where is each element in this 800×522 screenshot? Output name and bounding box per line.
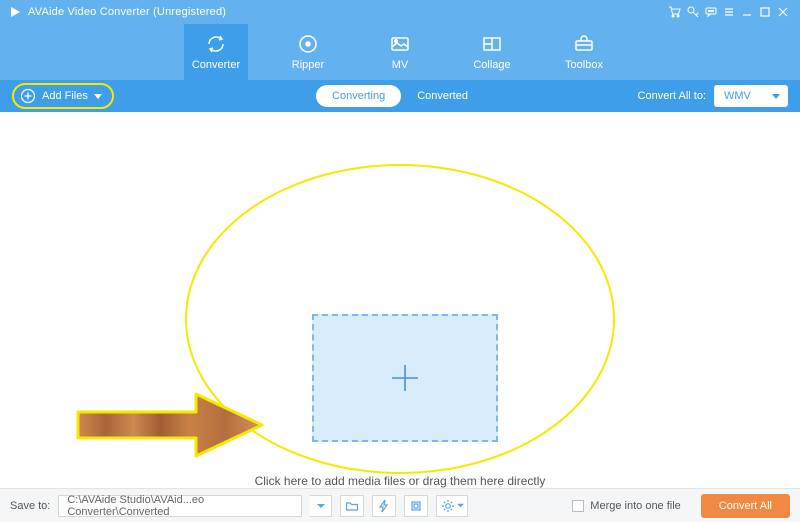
tab-ripper[interactable]: Ripper xyxy=(276,24,340,80)
subbar: Add Files Converting Converted Convert A… xyxy=(0,80,800,112)
dropzone[interactable] xyxy=(312,314,498,442)
tab-label: Converter xyxy=(192,59,240,71)
bottombar: Save to: C:\AVAide Studio\AVAid...eo Con… xyxy=(0,488,800,522)
cart-icon[interactable] xyxy=(666,5,684,19)
chevron-down-icon xyxy=(317,502,325,510)
converter-icon xyxy=(205,33,227,55)
app-title: AVAide Video Converter (Unregistered) xyxy=(28,6,226,18)
checkbox-icon xyxy=(572,500,584,512)
tab-collage[interactable]: Collage xyxy=(460,24,524,80)
main-area: Click here to add media files or drag th… xyxy=(0,112,800,488)
settings-button[interactable] xyxy=(436,495,468,517)
maximize-icon[interactable] xyxy=(756,5,774,19)
chip-icon xyxy=(409,499,423,513)
key-icon[interactable] xyxy=(684,5,702,19)
tab-label: Toolbox xyxy=(565,59,603,71)
open-folder-button[interactable] xyxy=(340,495,364,517)
merge-checkbox[interactable]: Merge into one file xyxy=(572,500,681,512)
add-files-button[interactable]: Add Files xyxy=(12,83,114,109)
chevron-down-icon xyxy=(457,502,464,509)
convert-all-to-label: Convert All to: xyxy=(638,90,706,102)
tab-converter[interactable]: Converter xyxy=(184,24,248,80)
app-logo xyxy=(8,5,22,19)
tab-mv[interactable]: MV xyxy=(368,24,432,80)
collage-icon xyxy=(481,33,503,55)
ripper-icon xyxy=(297,33,319,55)
mv-icon xyxy=(389,33,411,55)
tab-converting[interactable]: Converting xyxy=(316,85,401,107)
tab-label: MV xyxy=(392,59,409,71)
folder-icon xyxy=(345,499,359,513)
plus-circle-icon xyxy=(20,88,36,104)
gear-icon xyxy=(441,499,455,513)
toolbox-icon xyxy=(573,33,595,55)
dropzone-hint: Click here to add media files or drag th… xyxy=(0,474,800,488)
high-speed-toggle[interactable] xyxy=(372,495,396,517)
main-tabs: Converter Ripper MV Collage Toolbox xyxy=(0,24,800,80)
output-format-select[interactable]: WMV xyxy=(714,85,788,107)
convert-all-button[interactable]: Convert All xyxy=(701,494,790,518)
menu-icon[interactable] xyxy=(720,5,738,19)
tab-converted[interactable]: Converted xyxy=(401,85,484,107)
tutorial-arrow-icon xyxy=(76,390,266,460)
minimize-icon[interactable] xyxy=(738,5,756,19)
tab-toolbox[interactable]: Toolbox xyxy=(552,24,616,80)
save-to-label: Save to: xyxy=(10,500,50,512)
save-path-dropdown[interactable] xyxy=(310,495,332,517)
titlebar: AVAide Video Converter (Unregistered) xyxy=(0,0,800,24)
add-files-label: Add Files xyxy=(42,90,88,102)
chevron-down-icon xyxy=(94,92,102,100)
close-icon[interactable] xyxy=(774,5,792,19)
status-tabs: Converting Converted xyxy=(316,85,484,107)
tab-label: Ripper xyxy=(292,59,324,71)
tab-label: Collage xyxy=(473,59,510,71)
convert-all-to: Convert All to: WMV xyxy=(638,85,788,107)
bolt-icon xyxy=(377,499,391,513)
gpu-toggle[interactable] xyxy=(404,495,428,517)
save-path-field[interactable]: C:\AVAide Studio\AVAid...eo Converter\Co… xyxy=(58,495,302,517)
feedback-icon[interactable] xyxy=(702,5,720,19)
merge-label: Merge into one file xyxy=(590,500,681,512)
plus-icon xyxy=(387,360,423,396)
